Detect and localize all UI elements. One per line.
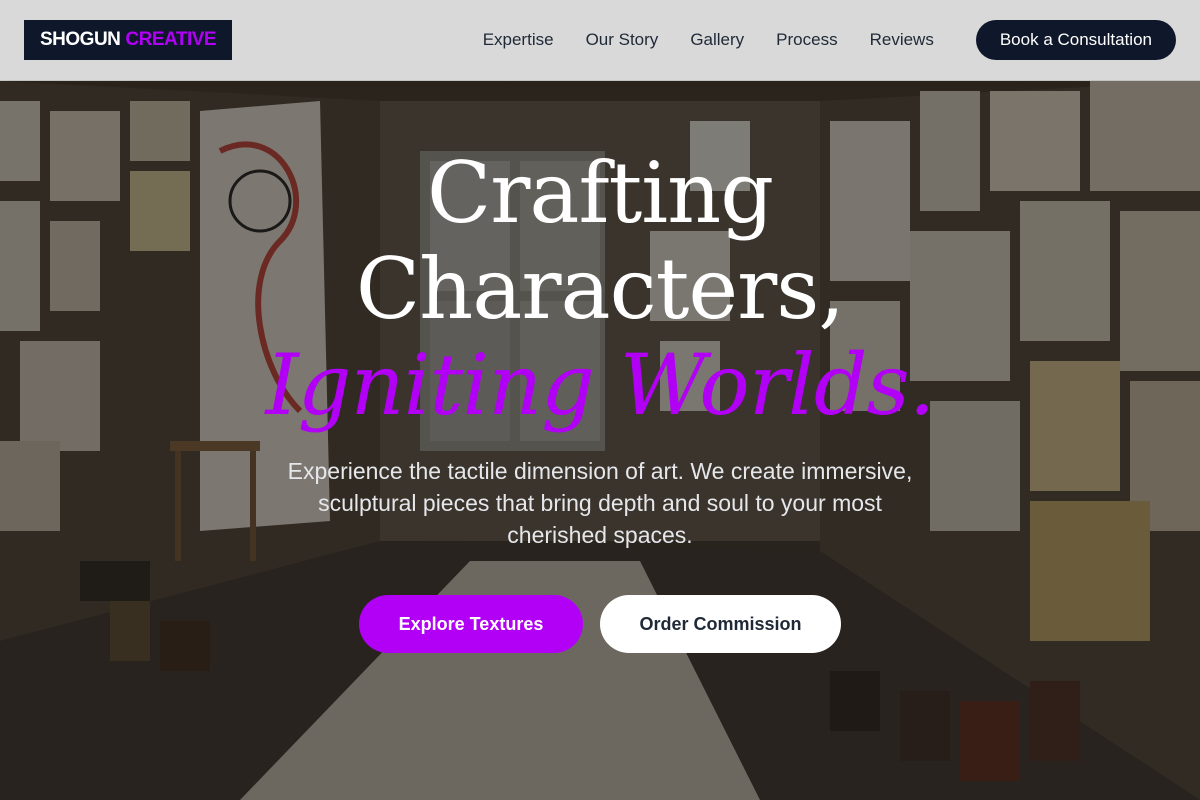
nav-process[interactable]: Process (776, 30, 837, 50)
logo-text-main: SHOGUN (40, 29, 121, 50)
nav-reviews[interactable]: Reviews (870, 30, 934, 50)
hero-title-line-1: Crafting (426, 144, 774, 242)
hero-title-line-2: Characters, (355, 240, 845, 338)
hero-subtitle: Experience the tactile dimension of art.… (287, 458, 913, 548)
nav-our-story[interactable]: Our Story (586, 30, 659, 50)
main-nav: Expertise Our Story Gallery Process Revi… (483, 20, 1176, 60)
site-header: SHOGUN CREATIVE Expertise Our Story Gall… (0, 0, 1200, 81)
nav-gallery[interactable]: Gallery (690, 30, 744, 50)
logo-text-accent: CREATIVE (125, 29, 217, 50)
book-consultation-button[interactable]: Book a Consultation (975, 20, 1176, 60)
explore-textures-button[interactable]: Explore Textures (359, 595, 583, 653)
order-commission-button[interactable]: Order Commission (600, 595, 841, 653)
brand-logo[interactable]: SHOGUN CREATIVE (24, 20, 233, 60)
hero-section: Crafting Characters, Igniting Worlds. Ex… (0, 81, 1200, 800)
nav-expertise[interactable]: Expertise (483, 30, 554, 50)
hero-title-line-3: Igniting Worlds. (265, 336, 936, 434)
